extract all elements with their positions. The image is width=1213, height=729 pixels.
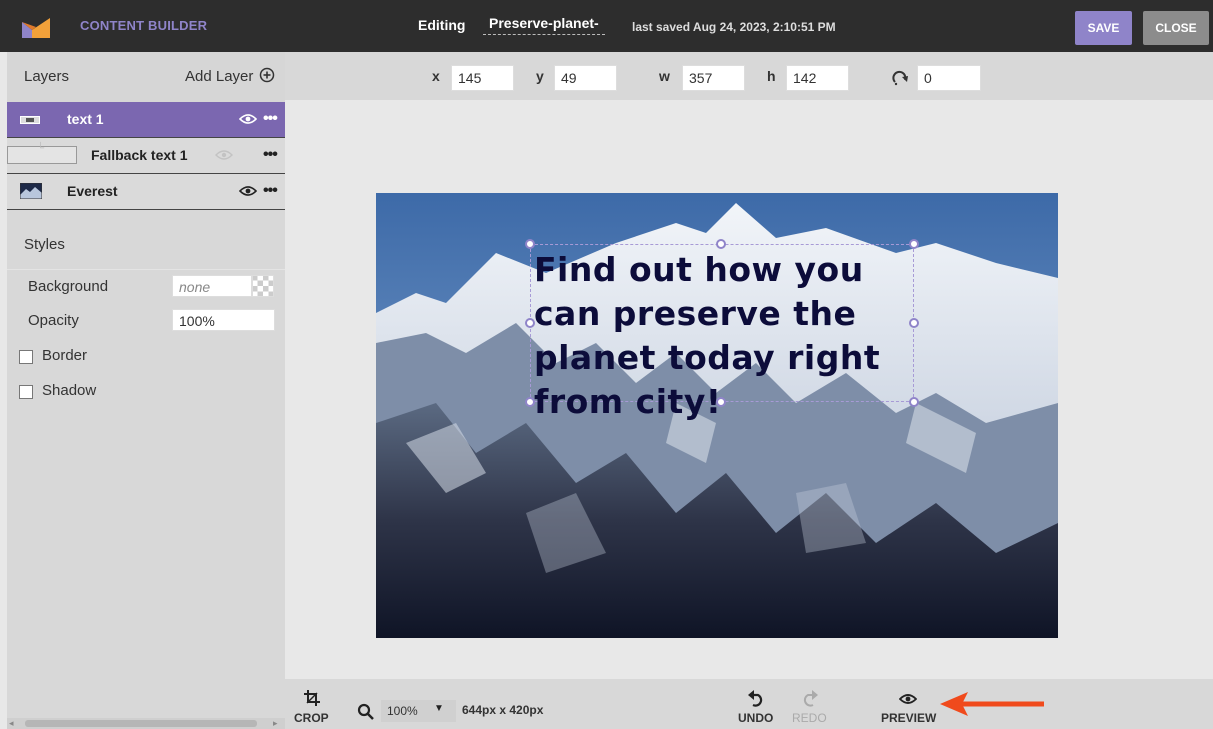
document-title[interactable]: Preserve-planet- <box>483 15 605 35</box>
zoom-icon[interactable] <box>357 703 374 720</box>
scroll-right-icon[interactable]: ▸ <box>273 718 278 729</box>
eye-icon[interactable] <box>239 185 257 197</box>
undo-label[interactable]: UNDO <box>738 711 773 725</box>
redo-icon[interactable] <box>801 690 819 708</box>
image-layer-icon <box>20 183 42 199</box>
transparency-swatch-icon[interactable] <box>252 275 274 297</box>
h-label: h <box>767 68 776 84</box>
add-layer-button[interactable]: Add Layer <box>185 68 253 85</box>
y-input[interactable]: 49 <box>554 65 617 91</box>
background-field[interactable]: none <box>172 275 252 297</box>
layer-label: text 1 <box>67 111 104 127</box>
layer-item-everest[interactable]: Everest ••• <box>7 174 285 210</box>
w-input[interactable]: 357 <box>682 65 745 91</box>
rotate-icon <box>892 70 908 86</box>
position-toolbar <box>285 52 1213 100</box>
background-label: Background <box>28 278 109 295</box>
rotation-input[interactable]: 0 <box>917 65 981 91</box>
opacity-row: Opacity 100% <box>7 304 285 338</box>
border-label: Border <box>42 347 88 364</box>
add-circle-icon[interactable] <box>259 67 275 83</box>
canvas-dimensions: 644px x 420px <box>462 703 544 717</box>
layer-label: Fallback text 1 <box>91 147 188 163</box>
save-button[interactable]: SAVE <box>1075 11 1132 45</box>
preview-label[interactable]: PREVIEW <box>881 711 936 725</box>
crop-icon[interactable] <box>304 690 320 706</box>
eye-icon[interactable] <box>239 113 257 125</box>
close-button[interactable]: CLOSE <box>1143 11 1209 45</box>
redo-label[interactable]: REDO <box>792 711 827 725</box>
h-input[interactable]: 142 <box>786 65 849 91</box>
scrollbar-thumb[interactable] <box>25 720 257 727</box>
layer-label: Everest <box>67 183 118 199</box>
headline-text[interactable]: Find out how you can preserve the planet… <box>534 248 914 424</box>
eye-hidden-icon[interactable] <box>215 149 233 161</box>
x-label: x <box>432 68 440 84</box>
text-layer-icon <box>20 116 40 124</box>
app-logo-icon <box>22 18 50 38</box>
background-row: Background none <box>7 269 285 304</box>
red-arrow-annotation <box>940 692 1044 716</box>
y-label: y <box>536 68 544 84</box>
shadow-checkbox[interactable] <box>19 385 33 399</box>
more-options-icon[interactable]: ••• <box>263 146 278 164</box>
editing-label: Editing <box>418 17 466 33</box>
chevron-down-icon[interactable]: ▼ <box>434 703 444 714</box>
indent-arrow-icon: └ <box>37 143 45 154</box>
undo-icon[interactable] <box>747 690 765 708</box>
scroll-left-icon[interactable]: ◂ <box>9 718 14 729</box>
last-saved-status: last saved Aug 24, 2023, 2:10:51 PM <box>632 20 836 34</box>
shadow-label: Shadow <box>42 382 97 399</box>
opacity-label: Opacity <box>28 312 79 329</box>
x-input[interactable]: 145 <box>451 65 514 91</box>
layer-item-text-1[interactable]: text 1 ••• <box>7 102 285 138</box>
styles-title: Styles <box>24 236 65 253</box>
border-checkbox[interactable] <box>19 350 33 364</box>
more-options-icon[interactable]: ••• <box>263 182 278 200</box>
crop-label[interactable]: CROP <box>294 711 329 725</box>
more-options-icon[interactable]: ••• <box>263 110 278 128</box>
preview-eye-icon[interactable] <box>899 693 917 705</box>
opacity-field[interactable]: 100% <box>172 309 275 331</box>
zoom-value: 100% <box>387 704 418 718</box>
w-label: w <box>659 68 670 84</box>
app-title: CONTENT BUILDER <box>80 18 208 33</box>
layer-item-fallback-text-1[interactable]: └ Fallback text 1 ••• <box>7 138 285 174</box>
layers-title: Layers <box>24 68 70 85</box>
